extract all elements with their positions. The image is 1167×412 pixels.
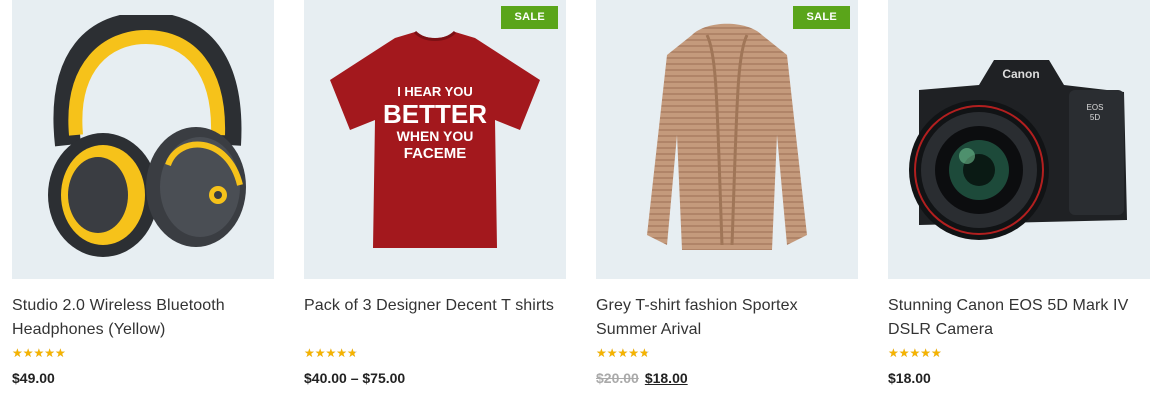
- product-card: SALE I HEAR YOU BETTER WHEN YOU FACEME P…: [304, 0, 566, 387]
- camera-brand-label: Canon: [1002, 67, 1039, 81]
- cardigan-image: [647, 23, 807, 250]
- product-card: SALE Grey T-shirt fashion Sportex Summer…: [596, 0, 858, 387]
- camera-model-label-2: 5D: [1090, 113, 1100, 122]
- sale-badge: SALE: [793, 6, 850, 29]
- sale-badge: SALE: [501, 6, 558, 29]
- product-price: $49.00: [12, 370, 55, 386]
- red-tshirt-image: I HEAR YOU BETTER WHEN YOU FACEME: [330, 30, 540, 248]
- product-image-link[interactable]: [12, 0, 274, 279]
- product-image-link[interactable]: SALE I HEAR YOU BETTER WHEN YOU FACEME: [304, 0, 566, 279]
- star-rating: ★★★★★ ★★★★★: [12, 346, 76, 360]
- product-title[interactable]: Pack of 3 Designer Decent T shirts: [304, 294, 566, 342]
- product-image-link[interactable]: SALE: [596, 0, 858, 279]
- product-image-link[interactable]: Canon EOS 5D: [888, 0, 1150, 279]
- shirt-print-line-1: I HEAR YOU: [397, 84, 473, 99]
- product-title[interactable]: Stunning Canon EOS 5D Mark IV DSLR Camer…: [888, 294, 1150, 342]
- star-rating: ★★★★★ ★★★★★: [888, 346, 952, 360]
- product-card: Studio 2.0 Wireless Bluetooth Headphones…: [12, 0, 274, 387]
- camera-image: Canon EOS 5D: [909, 59, 1127, 240]
- shirt-print-line-2: BETTER: [383, 99, 487, 129]
- product-title[interactable]: Grey T-shirt fashion Sportex Summer Ariv…: [596, 294, 858, 342]
- star-icons-filled: ★★★★★: [12, 346, 66, 360]
- shirt-print-line-3: WHEN YOU: [397, 128, 474, 144]
- product-price: $40.00 – $75.00: [304, 370, 406, 386]
- star-rating: ★★★★★ ★★★★★: [304, 346, 368, 360]
- product-title[interactable]: Studio 2.0 Wireless Bluetooth Headphones…: [12, 294, 274, 342]
- product-price: $18.00: [888, 370, 931, 386]
- product-grid: Studio 2.0 Wireless Bluetooth Headphones…: [0, 0, 1167, 412]
- camera-model-label-1: EOS: [1087, 103, 1104, 112]
- star-rating: ★★★★★ ★★★★★: [596, 346, 660, 360]
- star-icons-filled: ★★★★★: [304, 346, 356, 360]
- sale-price: $18.00: [644, 370, 688, 386]
- star-icons-filled: ★★★★★: [596, 346, 648, 360]
- shirt-print-line-4: FACEME: [404, 145, 467, 162]
- product-price: $20.00 $18.00: [596, 369, 858, 387]
- star-icons-filled: ★★★★★: [888, 346, 942, 360]
- product-card: Canon EOS 5D Stunning Canon EOS 5D Mark …: [888, 0, 1150, 387]
- old-price: $20.00: [596, 370, 639, 386]
- headphones-image: [48, 14, 246, 257]
